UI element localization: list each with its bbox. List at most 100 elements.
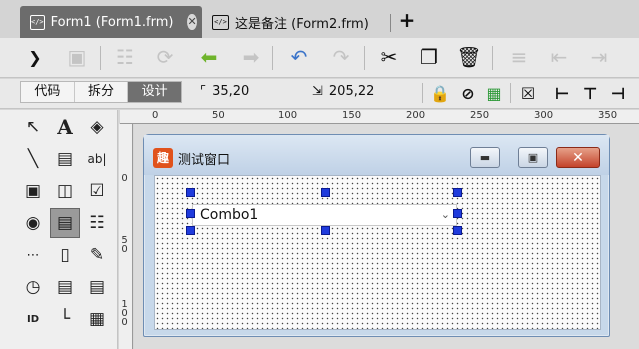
frame-icon[interactable]: ◫: [50, 176, 80, 206]
ruler-tick: 50: [121, 235, 128, 255]
listbox-icon[interactable]: ☷: [82, 208, 112, 238]
hscrollbar-icon[interactable]: ⋯: [18, 240, 48, 270]
ruler-tick: 100: [278, 110, 298, 121]
ruler-tick: 200: [406, 110, 426, 121]
cut-icon[interactable]: ✂: [374, 42, 404, 72]
resize-handle-sw[interactable]: [186, 226, 195, 235]
maximize-button[interactable]: ▣: [518, 147, 548, 168]
chart-icon[interactable]: └: [50, 304, 80, 334]
save-icon[interactable]: ▣: [62, 42, 92, 72]
id-icon[interactable]: ID: [18, 304, 48, 334]
align-text-icon[interactable]: ≡: [504, 42, 534, 72]
radio-icon[interactable]: ◉: [18, 208, 48, 238]
horizontal-ruler: 0 50 100 150 200 250 300 350: [120, 110, 639, 124]
pen-icon[interactable]: ✎: [82, 240, 112, 270]
delete-icon[interactable]: 🗑: [454, 42, 484, 72]
ruler-tick: 300: [534, 110, 554, 121]
tab-label: Form1 (Form1.frm): [50, 14, 174, 30]
align-right-icon[interactable]: ⊣: [606, 82, 630, 104]
code-file-icon: </>: [212, 14, 229, 30]
grid-icon[interactable]: ▦: [82, 304, 112, 334]
size-value: 205,22: [328, 84, 375, 99]
chevron-down-icon: ⌄: [440, 208, 450, 221]
form-title: 测试窗口: [178, 153, 231, 168]
label-icon[interactable]: A: [50, 112, 80, 142]
checkbox-icon[interactable]: ☑: [82, 176, 112, 206]
timer-icon[interactable]: ◷: [18, 272, 48, 302]
clear-format-icon[interactable]: ☒: [516, 82, 540, 104]
resize-handle-e[interactable]: [453, 209, 462, 218]
resize-handle-nw[interactable]: [186, 188, 195, 197]
shapes-icon[interactable]: ◈: [82, 112, 112, 142]
view-mode-code[interactable]: 代码: [21, 82, 75, 102]
new-tab-button[interactable]: +: [398, 9, 416, 31]
back-arrow-icon[interactable]: ⬅: [194, 42, 224, 72]
position-icon: ⌜: [200, 84, 207, 99]
minimize-icon: ▬: [479, 151, 491, 164]
outdent-icon[interactable]: ⇤: [544, 42, 574, 72]
paste-icon[interactable]: ❐: [414, 42, 444, 72]
indent-icon[interactable]: ⇥: [584, 42, 614, 72]
view-mode-split[interactable]: 拆分: [75, 82, 129, 102]
redo-icon[interactable]: ↷: [326, 42, 356, 72]
combobox-icon[interactable]: ▤: [50, 208, 80, 238]
tab-form2[interactable]: </> 这是备注 (Form2.frm): [202, 6, 388, 38]
refresh-icon[interactable]: ⟳: [150, 42, 180, 72]
textbox-icon[interactable]: ab|: [82, 144, 112, 174]
lock-icon[interactable]: 🔒: [428, 82, 452, 104]
control-toolbox: ↖ A ◈ ╲ ▤ ab| ▣ ◫ ☑ ◉ ▤ ☷ ⋯ ▯ ✎ ◷ ▤ ▤ ID…: [0, 110, 118, 349]
ruler-tick: 50: [212, 110, 225, 121]
size-icon: ⇲: [312, 84, 323, 99]
minimize-button[interactable]: ▬: [470, 147, 500, 168]
line-icon[interactable]: ╲: [18, 144, 48, 174]
form-window[interactable]: 趣 测试窗口 ▬ ▣ ✕ Combo1 ⌄: [143, 134, 610, 337]
resize-handle-n[interactable]: [321, 188, 330, 197]
forward-arrow-icon[interactable]: ➡: [236, 42, 266, 72]
pointer-icon[interactable]: ↖: [18, 112, 48, 142]
view-mode-switch: 代码 拆分 设计: [20, 81, 182, 103]
combo-text: Combo1: [200, 207, 259, 223]
tab-separator: [390, 14, 391, 32]
align-center-icon[interactable]: ⊤: [578, 82, 602, 104]
code-file-icon: </>: [30, 14, 45, 30]
vscrollbar-icon[interactable]: ▯: [50, 240, 80, 270]
main-toolbar: ❯ ▣ ☷ ⟳ ⬅ ➡ ↶ ↷ ✂ ❐ 🗑 ≡ ⇤ ⇥: [0, 38, 639, 78]
resize-handle-w[interactable]: [186, 209, 195, 218]
ruler-tick: 0: [152, 110, 159, 121]
button-icon[interactable]: ▣: [18, 176, 48, 206]
file-list-icon[interactable]: ▤: [82, 272, 112, 302]
copy-doc-icon[interactable]: ☷: [110, 42, 140, 72]
ruler-tick: 350: [598, 110, 618, 121]
ruler-tick: 150: [342, 110, 362, 121]
grid-table-icon[interactable]: ▦: [482, 82, 506, 104]
drive-list-icon[interactable]: ▤: [50, 272, 80, 302]
align-left-icon[interactable]: ⊢: [550, 82, 574, 104]
close-icon[interactable]: ✕: [187, 14, 197, 30]
resize-handle-se[interactable]: [453, 226, 462, 235]
tab-form1[interactable]: </> Form1 (Form1.frm) ✕: [20, 6, 202, 38]
no-entry-icon[interactable]: ⊘: [456, 82, 480, 104]
ruler-tick: 250: [470, 110, 490, 121]
chevron-down-icon[interactable]: ❯: [20, 42, 50, 72]
close-icon: ✕: [572, 149, 584, 166]
combo1-combobox[interactable]: Combo1 ⌄: [192, 204, 457, 226]
position-value: 35,20: [212, 84, 250, 99]
ruler-tick: 0: [121, 173, 128, 184]
app-icon: 趣: [153, 148, 173, 168]
form-titlebar: 趣 测试窗口 ▬ ▣ ✕: [144, 135, 609, 175]
maximize-icon: ▣: [527, 151, 539, 164]
size-readout: ⇲ 205,22: [312, 84, 374, 99]
tab-label: 这是备注 (Form2.frm): [235, 16, 369, 32]
close-button[interactable]: ✕: [556, 147, 600, 168]
ruler-tick: 100: [121, 299, 128, 328]
form-client-area[interactable]: Combo1 ⌄: [154, 175, 601, 330]
layout-toolbar: 代码 拆分 设计 ⌜ 35,20 ⇲ 205,22 🔒 ⊘ ▦ ☒ ⊢ ⊤ ⊣: [0, 79, 639, 109]
position-readout: ⌜ 35,20: [200, 84, 249, 99]
view-mode-design[interactable]: 设计: [128, 82, 182, 102]
undo-icon[interactable]: ↶: [284, 42, 314, 72]
document-tab-bar: </> Form1 (Form1.frm) ✕ </> 这是备注 (Form2.…: [0, 0, 639, 38]
resize-handle-s[interactable]: [321, 226, 330, 235]
image-icon[interactable]: ▤: [50, 144, 80, 174]
vertical-ruler: 0 50 100: [119, 124, 133, 349]
resize-handle-ne[interactable]: [453, 188, 462, 197]
